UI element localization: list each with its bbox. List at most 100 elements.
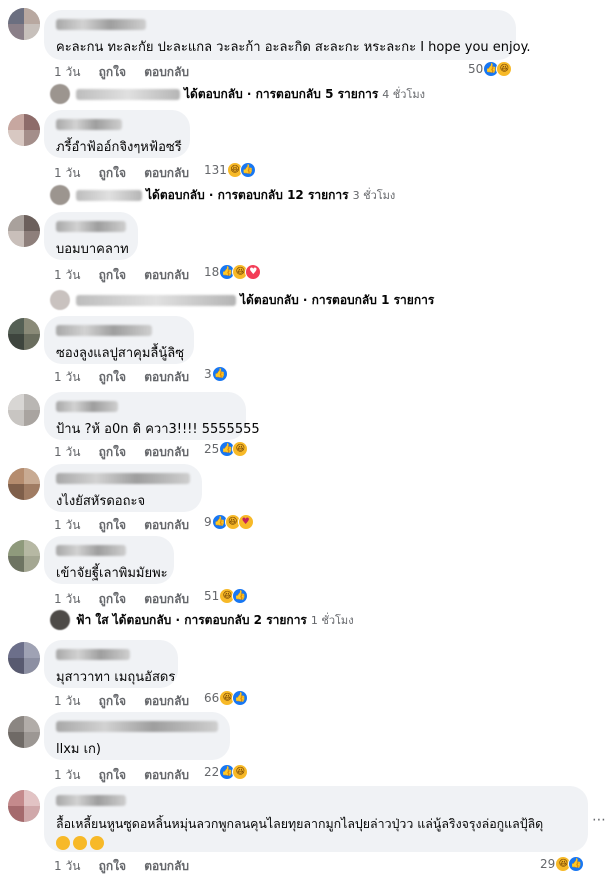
sad-emoji-icon	[56, 835, 70, 850]
like-icon: 👍	[239, 162, 256, 178]
like-button[interactable]: ถูกใจ	[99, 859, 126, 873]
reply-button[interactable]: ตอบกลับ	[144, 768, 189, 782]
reaction-summary[interactable]: 9 👍 😆 ♥	[204, 514, 254, 530]
reply-button[interactable]: ตอบกลับ	[144, 592, 189, 606]
comment-time[interactable]: 1 วัน	[54, 268, 80, 282]
commenter-name[interactable]	[56, 649, 130, 660]
like-button[interactable]: ถูกใจ	[99, 370, 126, 384]
comment-time[interactable]: 1 วัน	[54, 370, 80, 384]
commenter-name[interactable]	[56, 19, 146, 30]
sad-emoji-icon	[90, 835, 104, 850]
comment-text: ป้าน ?ห้ อ0n ดิ ควา3!!!! 5555555	[56, 422, 260, 437]
reply-count-text: ได้ตอบกลับ · การตอบกลับ 1 รายการ	[240, 292, 435, 307]
comment-actions: 1 วัน ถูกใจ ตอบกลับ	[54, 266, 203, 285]
avatar[interactable]	[8, 114, 40, 146]
comment-bubble: llxม เก)	[44, 712, 230, 760]
reaction-summary[interactable]: 131 😆 👍	[204, 162, 256, 178]
reaction-count: 131	[204, 163, 227, 177]
commenter-name[interactable]	[56, 221, 126, 232]
comment-actions: 1 วัน ถูกใจ ตอบกลับ	[54, 516, 203, 535]
more-options-icon[interactable]: ⋯	[592, 812, 606, 828]
reaction-summary[interactable]: 22 👍 😆	[204, 764, 249, 780]
commenter-name[interactable]	[56, 795, 126, 806]
comment-bubble: ซองลูงแลปูสาคุมลื้นู้ลิซุ	[44, 316, 194, 364]
reply-button[interactable]: ตอบกลับ	[144, 65, 189, 79]
reply-summary[interactable]: ได้ตอบกลับ · การตอบกลับ 1 รายการ	[50, 290, 434, 310]
comment-time[interactable]: 1 วัน	[54, 445, 80, 459]
reaction-count: 50	[468, 62, 484, 76]
reaction-summary[interactable]: 66 😆 👍	[204, 690, 249, 706]
comment-time[interactable]: 1 วัน	[54, 592, 80, 606]
avatar	[50, 185, 70, 205]
avatar[interactable]	[8, 642, 40, 674]
comment-text: ซองลูงแลปูสาคุมลื้นู้ลิซุ	[56, 346, 185, 361]
like-button[interactable]: ถูกใจ	[99, 694, 126, 708]
like-button[interactable]: ถูกใจ	[99, 592, 126, 606]
reply-button[interactable]: ตอบกลับ	[144, 859, 189, 873]
avatar[interactable]	[8, 394, 40, 426]
reaction-count: 3	[204, 367, 212, 381]
like-button[interactable]: ถูกใจ	[99, 268, 126, 282]
reply-summary[interactable]: ได้ตอบกลับ · การตอบกลับ 12 รายการ 3 ชั่ว…	[50, 185, 395, 205]
reaction-count: 22	[204, 765, 220, 779]
reply-button[interactable]: ตอบกลับ	[144, 166, 189, 180]
commenter-name[interactable]	[56, 325, 152, 336]
reaction-summary[interactable]: 25 👍 😆	[204, 441, 249, 457]
comment-actions: 1 วัน ถูกใจ ตอบกลับ	[54, 692, 203, 711]
avatar[interactable]	[8, 468, 40, 500]
like-button[interactable]: ถูกใจ	[99, 65, 126, 79]
comment-time[interactable]: 1 วัน	[54, 65, 80, 79]
commenter-name[interactable]	[56, 473, 190, 484]
reaction-summary[interactable]: 50 👍 😆	[468, 61, 513, 77]
commenter-name[interactable]	[56, 401, 118, 412]
avatar[interactable]	[8, 8, 40, 40]
comment-time[interactable]: 1 วัน	[54, 768, 80, 782]
reaction-count: 51	[204, 589, 220, 603]
comment-time[interactable]: 1 วัน	[54, 859, 80, 873]
comment-bubble: คะละกน ทะละกัย ปะละแกล วะละก้า อะละกิด ส…	[44, 10, 531, 60]
comment-actions: 1 วัน ถูกใจ ตอบกลับ	[54, 368, 203, 387]
love-icon: ♥	[245, 264, 262, 280]
avatar[interactable]	[8, 716, 40, 748]
like-button[interactable]: ถูกใจ	[99, 445, 126, 459]
comment-time[interactable]: 1 วัน	[54, 166, 80, 180]
comment-time[interactable]: 1 วัน	[54, 518, 80, 532]
reaction-summary[interactable]: 3 👍	[204, 366, 228, 382]
comment-text: มุสาวาทา เมถุนอัสดร	[56, 670, 176, 685]
reaction-summary[interactable]: 29 😆 👍	[540, 856, 585, 872]
reaction-summary[interactable]: 18 👍 😆 ♥	[204, 264, 262, 280]
like-button[interactable]: ถูกใจ	[99, 166, 126, 180]
like-icon: 👍	[232, 588, 249, 604]
haha-icon: 😆	[496, 61, 513, 77]
reply-button[interactable]: ตอบกลับ	[144, 445, 189, 459]
haha-icon: 😆	[232, 764, 249, 780]
avatar[interactable]	[8, 215, 40, 247]
avatar[interactable]	[8, 790, 40, 822]
reply-button[interactable]: ตอบกลับ	[144, 268, 189, 282]
emoji-row	[56, 835, 576, 850]
comment-time[interactable]: 1 วัน	[54, 694, 80, 708]
avatar	[50, 610, 70, 630]
reply-button[interactable]: ตอบกลับ	[144, 694, 189, 708]
avatar[interactable]	[8, 318, 40, 350]
comment-actions: 1 วัน ถูกใจ ตอบกลับ	[54, 590, 203, 609]
commenter-name[interactable]	[56, 721, 218, 732]
avatar	[50, 290, 70, 310]
comment-text: ลื้อเหลี้ยนหูนซูดอหลิ้นหมุ่นลวกพูกลนคุนไ…	[56, 816, 544, 831]
commenter-name[interactable]	[56, 119, 122, 130]
comment-actions: 1 วัน ถูกใจ ตอบกลับ	[54, 164, 203, 183]
like-icon: 👍	[211, 366, 228, 382]
reaction-summary[interactable]: 51 😆 👍	[204, 588, 249, 604]
like-button[interactable]: ถูกใจ	[99, 518, 126, 532]
reply-summary[interactable]: ได้ตอบกลับ · การตอบกลับ 5 รายการ 4 ชั่วโ…	[50, 84, 425, 104]
avatar	[50, 84, 70, 104]
reply-summary[interactable]: ฟ้า ใส ได้ตอบกลับ · การตอบกลับ 2 รายการ …	[50, 610, 354, 630]
like-button[interactable]: ถูกใจ	[99, 768, 126, 782]
avatar[interactable]	[8, 540, 40, 572]
reply-button[interactable]: ตอบกลับ	[144, 518, 189, 532]
replier-name: ฟ้า ใส	[76, 612, 109, 627]
reply-button[interactable]: ตอบกลับ	[144, 370, 189, 384]
comment-actions: 1 วัน ถูกใจ ตอบกลับ	[54, 63, 203, 82]
commenter-name[interactable]	[56, 545, 126, 556]
like-icon: 👍	[568, 856, 585, 872]
